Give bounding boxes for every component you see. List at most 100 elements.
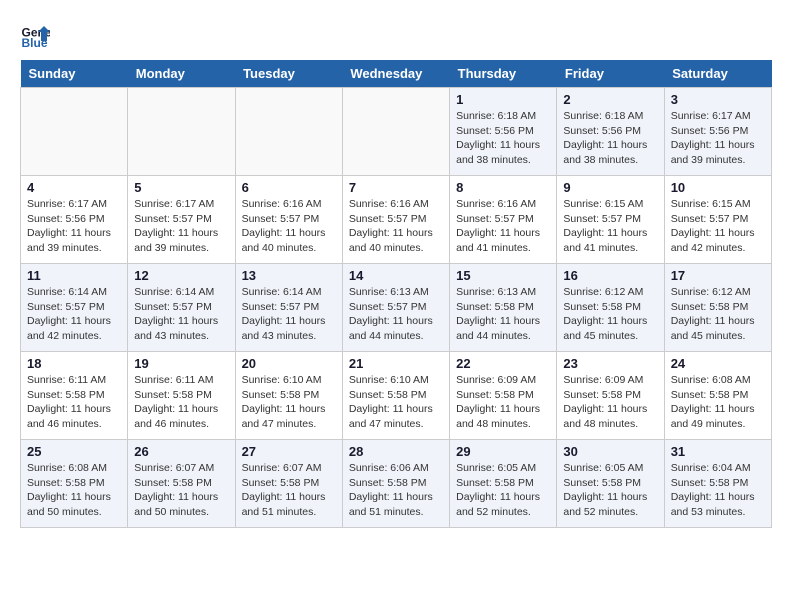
day-detail: Sunrise: 6:15 AMSunset: 5:57 PMDaylight:… (563, 197, 657, 256)
day-cell: 27 Sunrise: 6:07 AMSunset: 5:58 PMDayligh… (235, 440, 342, 528)
week-row-2: 4 Sunrise: 6:17 AMSunset: 5:56 PMDaylight… (21, 176, 772, 264)
day-number: 18 (27, 356, 121, 371)
day-number: 12 (134, 268, 228, 283)
day-number: 5 (134, 180, 228, 195)
day-detail: Sunrise: 6:04 AMSunset: 5:58 PMDaylight:… (671, 461, 765, 520)
day-cell: 10 Sunrise: 6:15 AMSunset: 5:57 PMDayligh… (664, 176, 771, 264)
logo: General Blue (20, 20, 54, 50)
day-detail: Sunrise: 6:07 AMSunset: 5:58 PMDaylight:… (134, 461, 228, 520)
day-cell: 6 Sunrise: 6:16 AMSunset: 5:57 PMDaylight… (235, 176, 342, 264)
day-cell: 9 Sunrise: 6:15 AMSunset: 5:57 PMDaylight… (557, 176, 664, 264)
day-detail: Sunrise: 6:10 AMSunset: 5:58 PMDaylight:… (349, 373, 443, 432)
day-cell: 31 Sunrise: 6:04 AMSunset: 5:58 PMDayligh… (664, 440, 771, 528)
day-detail: Sunrise: 6:17 AMSunset: 5:57 PMDaylight:… (134, 197, 228, 256)
day-cell (21, 88, 128, 176)
day-detail: Sunrise: 6:18 AMSunset: 5:56 PMDaylight:… (563, 109, 657, 168)
day-detail: Sunrise: 6:17 AMSunset: 5:56 PMDaylight:… (27, 197, 121, 256)
day-detail: Sunrise: 6:07 AMSunset: 5:58 PMDaylight:… (242, 461, 336, 520)
day-detail: Sunrise: 6:14 AMSunset: 5:57 PMDaylight:… (134, 285, 228, 344)
day-cell: 14 Sunrise: 6:13 AMSunset: 5:57 PMDayligh… (342, 264, 449, 352)
day-detail: Sunrise: 6:14 AMSunset: 5:57 PMDaylight:… (27, 285, 121, 344)
day-number: 1 (456, 92, 550, 107)
day-number: 24 (671, 356, 765, 371)
day-cell: 8 Sunrise: 6:16 AMSunset: 5:57 PMDaylight… (450, 176, 557, 264)
col-header-friday: Friday (557, 60, 664, 88)
day-detail: Sunrise: 6:09 AMSunset: 5:58 PMDaylight:… (563, 373, 657, 432)
day-cell: 13 Sunrise: 6:14 AMSunset: 5:57 PMDayligh… (235, 264, 342, 352)
day-cell: 23 Sunrise: 6:09 AMSunset: 5:58 PMDayligh… (557, 352, 664, 440)
col-header-monday: Monday (128, 60, 235, 88)
day-number: 25 (27, 444, 121, 459)
day-detail: Sunrise: 6:16 AMSunset: 5:57 PMDaylight:… (242, 197, 336, 256)
day-number: 9 (563, 180, 657, 195)
week-row-4: 18 Sunrise: 6:11 AMSunset: 5:58 PMDayligh… (21, 352, 772, 440)
day-number: 20 (242, 356, 336, 371)
day-number: 10 (671, 180, 765, 195)
day-detail: Sunrise: 6:09 AMSunset: 5:58 PMDaylight:… (456, 373, 550, 432)
day-detail: Sunrise: 6:11 AMSunset: 5:58 PMDaylight:… (134, 373, 228, 432)
day-detail: Sunrise: 6:17 AMSunset: 5:56 PMDaylight:… (671, 109, 765, 168)
day-cell: 29Sunrise: 6:05 AMSunset: 5:58 PMDayligh… (450, 440, 557, 528)
day-detail: Sunrise: 6:06 AMSunset: 5:58 PMDaylight:… (349, 461, 443, 520)
day-number: 4 (27, 180, 121, 195)
day-cell (128, 88, 235, 176)
day-number: 13 (242, 268, 336, 283)
day-detail: Sunrise: 6:16 AMSunset: 5:57 PMDaylight:… (349, 197, 443, 256)
day-detail: Sunrise: 6:10 AMSunset: 5:58 PMDaylight:… (242, 373, 336, 432)
day-detail: Sunrise: 6:12 AMSunset: 5:58 PMDaylight:… (671, 285, 765, 344)
day-cell: 21 Sunrise: 6:10 AMSunset: 5:58 PMDayligh… (342, 352, 449, 440)
col-header-wednesday: Wednesday (342, 60, 449, 88)
day-cell: 11 Sunrise: 6:14 AMSunset: 5:57 PMDayligh… (21, 264, 128, 352)
day-detail: Sunrise: 6:15 AMSunset: 5:57 PMDaylight:… (671, 197, 765, 256)
day-number: 31 (671, 444, 765, 459)
day-number: 14 (349, 268, 443, 283)
day-cell: 30 Sunrise: 6:05 AMSunset: 5:58 PMDayligh… (557, 440, 664, 528)
day-cell: 19 Sunrise: 6:11 AMSunset: 5:58 PMDayligh… (128, 352, 235, 440)
day-number: 23 (563, 356, 657, 371)
day-number: 16 (563, 268, 657, 283)
day-number: 26 (134, 444, 228, 459)
logo-icon: General Blue (20, 20, 50, 50)
day-cell: 7Sunrise: 6:16 AMSunset: 5:57 PMDaylight… (342, 176, 449, 264)
header: General Blue (20, 20, 772, 50)
day-cell: 24 Sunrise: 6:08 AMSunset: 5:58 PMDayligh… (664, 352, 771, 440)
day-detail: Sunrise: 6:11 AMSunset: 5:58 PMDaylight:… (27, 373, 121, 432)
day-cell: 18 Sunrise: 6:11 AMSunset: 5:58 PMDayligh… (21, 352, 128, 440)
day-number: 29 (456, 444, 550, 459)
week-row-1: 1 Sunrise: 6:18 AMSunset: 5:56 PMDaylight… (21, 88, 772, 176)
day-number: 2 (563, 92, 657, 107)
day-detail: Sunrise: 6:05 AMSunset: 5:58 PMDaylight:… (563, 461, 657, 520)
day-cell: 22 Sunrise: 6:09 AMSunset: 5:58 PMDayligh… (450, 352, 557, 440)
col-header-tuesday: Tuesday (235, 60, 342, 88)
day-number: 27 (242, 444, 336, 459)
day-number: 15 (456, 268, 550, 283)
col-header-saturday: Saturday (664, 60, 771, 88)
day-number: 30 (563, 444, 657, 459)
day-detail: Sunrise: 6:13 AMSunset: 5:58 PMDaylight:… (456, 285, 550, 344)
calendar-table: SundayMondayTuesdayWednesdayThursdayFrid… (20, 60, 772, 528)
day-cell: 28 Sunrise: 6:06 AMSunset: 5:58 PMDayligh… (342, 440, 449, 528)
day-detail: Sunrise: 6:08 AMSunset: 5:58 PMDaylight:… (671, 373, 765, 432)
day-number: 28 (349, 444, 443, 459)
day-number: 17 (671, 268, 765, 283)
day-cell: 17 Sunrise: 6:12 AMSunset: 5:58 PMDayligh… (664, 264, 771, 352)
day-cell: 4 Sunrise: 6:17 AMSunset: 5:56 PMDaylight… (21, 176, 128, 264)
day-number: 21 (349, 356, 443, 371)
day-cell: 16Sunrise: 6:12 AMSunset: 5:58 PMDayligh… (557, 264, 664, 352)
day-cell (235, 88, 342, 176)
day-detail: Sunrise: 6:08 AMSunset: 5:58 PMDaylight:… (27, 461, 121, 520)
day-number: 11 (27, 268, 121, 283)
day-cell: 2 Sunrise: 6:18 AMSunset: 5:56 PMDaylight… (557, 88, 664, 176)
day-number: 19 (134, 356, 228, 371)
day-detail: Sunrise: 6:16 AMSunset: 5:57 PMDaylight:… (456, 197, 550, 256)
day-detail: Sunrise: 6:14 AMSunset: 5:57 PMDaylight:… (242, 285, 336, 344)
day-cell: 26 Sunrise: 6:07 AMSunset: 5:58 PMDayligh… (128, 440, 235, 528)
day-detail: Sunrise: 6:13 AMSunset: 5:57 PMDaylight:… (349, 285, 443, 344)
day-number: 8 (456, 180, 550, 195)
day-number: 3 (671, 92, 765, 107)
day-cell: 15 Sunrise: 6:13 AMSunset: 5:58 PMDayligh… (450, 264, 557, 352)
day-cell: 1Sunrise: 6:18 AMSunset: 5:56 PMDaylight… (450, 88, 557, 176)
day-cell: 5 Sunrise: 6:17 AMSunset: 5:57 PMDaylight… (128, 176, 235, 264)
day-number: 6 (242, 180, 336, 195)
day-number: 22 (456, 356, 550, 371)
